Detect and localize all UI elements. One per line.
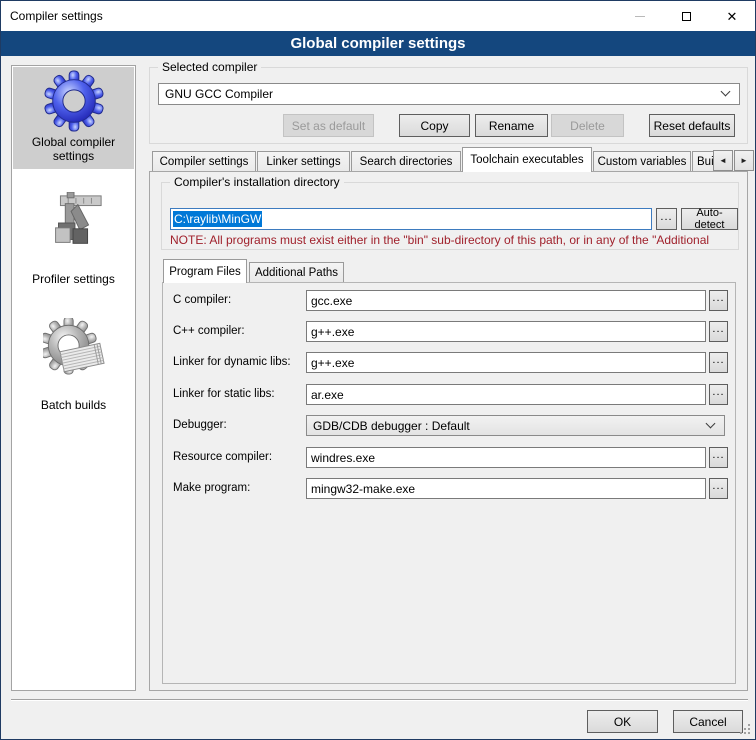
field-row-static-linker: Linker for static libs: ... [163,384,735,406]
chevron-down-icon [706,418,716,428]
field-row-c-compiler: C compiler: ... [163,290,735,312]
c-compiler-browse-button[interactable]: ... [709,290,728,311]
caliper-blocks-icon [43,192,105,254]
cpp-compiler-label: C++ compiler: [173,325,245,337]
browse-directory-button[interactable]: ... [656,208,677,230]
make-program-input[interactable] [306,478,706,499]
tab-search-directories[interactable]: Search directories [351,151,461,172]
sidebar-item-batch-builds[interactable]: Batch builds [13,312,134,414]
installation-directory-group: Compiler's installation directory C:\ray… [161,182,739,250]
window-title: Compiler settings [10,1,103,31]
installation-directory-selected-text: C:\raylib\MinGW [173,211,262,227]
sidebar-item-global-compiler-settings[interactable]: Global compiler settings [13,67,134,169]
copy-button[interactable]: Copy [399,114,470,137]
maximize-button[interactable] [663,1,709,31]
installation-directory-input[interactable]: C:\raylib\MinGW [170,208,652,230]
gray-gear-papers-icon [43,318,105,380]
make-program-label: Make program: [173,482,250,494]
installation-directory-group-label: Compiler's installation directory [170,175,344,190]
close-icon: ✕ [727,10,738,23]
subtab-additional-paths[interactable]: Additional Paths [249,262,344,282]
tab-build-options-clipped[interactable]: Build [692,151,713,172]
field-row-dynamic-linker: Linker for dynamic libs: ... [163,352,735,374]
c-compiler-input[interactable] [306,290,706,311]
ok-button[interactable]: OK [587,710,658,733]
static-linker-input[interactable] [306,384,706,405]
selected-compiler-group: Selected compiler GNU GCC Compiler Set a… [149,67,748,144]
resource-compiler-browse-button[interactable]: ... [709,447,728,468]
selected-compiler-value: GNU GCC Compiler [165,87,273,101]
make-program-browse-button[interactable]: ... [709,478,728,499]
footer-divider [11,699,748,701]
resize-grip[interactable] [748,732,750,734]
tab-scroll-left-button[interactable]: ◄ [713,150,733,171]
maximize-icon [682,12,691,21]
debugger-value: GDB/CDB debugger : Default [313,419,470,433]
tab-scroll-right-button[interactable]: ► [734,150,754,171]
reset-defaults-button[interactable]: Reset defaults [649,114,735,137]
c-compiler-label: C compiler: [173,294,231,306]
cpp-compiler-input[interactable] [306,321,706,342]
sidebar-item-label: Global compiler settings [15,135,132,163]
arrow-right-icon: ► [740,156,748,165]
field-row-make-program: Make program: ... [163,478,735,500]
resource-compiler-input[interactable] [306,447,706,468]
set-as-default-button[interactable]: Set as default [283,114,374,137]
resource-compiler-label: Resource compiler: [173,451,272,463]
tab-toolchain-executables[interactable]: Toolchain executables [462,147,592,172]
cancel-button[interactable]: Cancel [673,710,743,733]
tab-linker-settings[interactable]: Linker settings [257,151,350,172]
auto-detect-button[interactable]: Auto-detect [681,208,738,230]
minimize-icon [635,16,645,17]
sidebar-item-label: Profiler settings [15,272,132,286]
close-button[interactable]: ✕ [709,1,755,31]
tab-compiler-settings[interactable]: Compiler settings [152,151,256,172]
blue-gear-icon [43,70,105,132]
toolchain-executables-panel: Compiler's installation directory C:\ray… [149,171,748,691]
settings-category-list: Global compiler settings Profiler settin… [11,65,136,691]
sidebar-item-label: Batch builds [15,398,132,412]
compiler-settings-dialog: Compiler settings ✕ Global compiler sett… [0,0,756,740]
debugger-label: Debugger: [173,419,227,431]
field-row-resource-compiler: Resource compiler: ... [163,447,735,469]
static-linker-label: Linker for static libs: [173,388,275,400]
debugger-combobox[interactable]: GDB/CDB debugger : Default [306,415,725,436]
delete-button[interactable]: Delete [551,114,624,137]
selected-compiler-group-label: Selected compiler [158,60,261,75]
field-row-debugger: Debugger: GDB/CDB debugger : Default [163,415,735,437]
dynamic-linker-browse-button[interactable]: ... [709,352,728,373]
static-linker-browse-button[interactable]: ... [709,384,728,405]
cpp-compiler-browse-button[interactable]: ... [709,321,728,342]
page-title: Global compiler settings [1,31,755,56]
program-files-panel: C compiler: ... C++ compiler: ... Linker… [162,282,736,684]
field-row-cpp-compiler: C++ compiler: ... [163,321,735,343]
chevron-down-icon [721,87,731,97]
tab-custom-variables[interactable]: Custom variables [593,151,691,172]
rename-button[interactable]: Rename [475,114,548,137]
dynamic-linker-input[interactable] [306,352,706,373]
bin-subdirectory-note: NOTE: All programs must exist either in … [170,233,732,247]
selected-compiler-combobox[interactable]: GNU GCC Compiler [158,83,740,105]
arrow-left-icon: ◄ [719,156,727,165]
sidebar-item-profiler-settings[interactable]: Profiler settings [13,186,134,288]
subtab-program-files[interactable]: Program Files [163,259,247,283]
dynamic-linker-label: Linker for dynamic libs: [173,356,291,368]
minimize-button[interactable] [617,1,663,31]
titlebar[interactable]: Compiler settings ✕ [1,1,755,31]
